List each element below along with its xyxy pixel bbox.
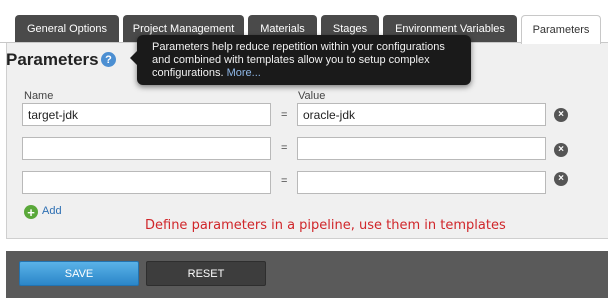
help-icon[interactable]: ? <box>101 52 116 67</box>
parameter-name-field[interactable] <box>22 137 271 160</box>
equals-sign: = <box>281 175 288 187</box>
tooltip-line: Parameters help reduce repetition within… <box>152 41 445 53</box>
remove-row-icon[interactable]: × <box>554 172 568 186</box>
parameter-name-field[interactable]: target-jdk <box>22 103 271 126</box>
name-column-header: Name <box>24 90 54 102</box>
add-icon[interactable]: + <box>24 205 38 219</box>
annotation-text: Define parameters in a pipeline, use the… <box>145 218 506 233</box>
parameter-value-field[interactable] <box>297 137 546 160</box>
parameter-value-field[interactable] <box>297 171 546 194</box>
tab-parameters[interactable]: Parameters <box>521 15 601 44</box>
value-column-header: Value <box>298 90 326 102</box>
equals-sign: = <box>281 142 288 154</box>
more-link[interactable]: More... <box>227 67 261 79</box>
tooltip-text: configurations. <box>152 67 227 79</box>
tooltip-line: configurations. More... <box>152 67 462 80</box>
reset-button[interactable]: RESET <box>146 261 266 286</box>
remove-row-icon[interactable]: × <box>554 143 568 157</box>
tab-general-options[interactable]: General Options <box>15 15 119 43</box>
help-tooltip: Parameters help reduce repetition within… <box>130 35 471 85</box>
page-title: Parameters <box>6 50 99 69</box>
tooltip-arrow <box>130 51 137 65</box>
remove-row-icon[interactable]: × <box>554 108 568 122</box>
equals-sign: = <box>281 109 288 121</box>
save-button[interactable]: SAVE <box>19 261 139 286</box>
tooltip-line: and combined with templates allow you to… <box>152 54 430 66</box>
parameter-name-field[interactable] <box>22 171 271 194</box>
add-parameter-link[interactable]: Add <box>42 205 62 217</box>
parameter-value-field[interactable]: oracle-jdk <box>297 103 546 126</box>
